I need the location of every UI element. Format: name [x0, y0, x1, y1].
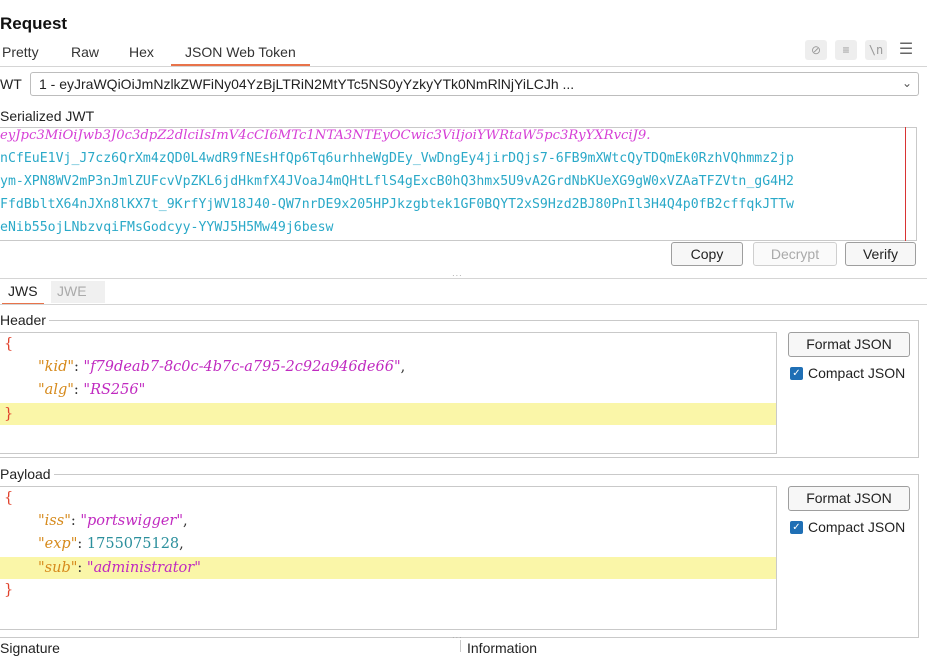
payload-compact-json-checkbox[interactable]: ✓ Compact JSON [790, 519, 905, 535]
json-key: "iss" [38, 513, 71, 529]
jwt-line: eNib55ojLNbzvqiFMsGodcyy-YYWJ5H5Mw49j6be… [0, 220, 334, 235]
verify-button[interactable]: Verify [845, 242, 916, 266]
compact-json-label: Compact JSON [808, 365, 906, 381]
jws-tabs-divider [0, 304, 927, 305]
jwt-select-label: WT [0, 76, 22, 92]
tabs-divider [0, 66, 927, 67]
editor-toolbar: ⊘ ≡ \n ☰ [805, 40, 917, 60]
header-format-json-button[interactable]: Format JSON [788, 332, 910, 357]
header-label: Header [0, 312, 49, 328]
header-compact-json-checkbox[interactable]: ✓ Compact JSON [790, 365, 905, 381]
json-key: "alg" [38, 382, 74, 398]
hide-icon[interactable]: ⊘ [805, 40, 827, 60]
wrap-icon[interactable]: ≡ [835, 40, 857, 60]
panel-title: Request [0, 14, 68, 33]
tab-pretty[interactable]: Pretty [2, 42, 39, 64]
caret-marker [905, 127, 906, 241]
payload-format-json-button[interactable]: Format JSON [788, 486, 910, 511]
code-line: "alg": "RS256" [38, 382, 146, 398]
jwt-line: FfdBbltX64nJXn8lKX7t_9KrfYjWV18J40-QW7nr… [0, 197, 794, 212]
tab-jws[interactable]: JWS [2, 281, 44, 305]
jwt-line: ym-XPN8WV2mP3nJmlZUFcvVpZKL6jdHkmfX4JVoa… [0, 174, 794, 189]
menu-icon[interactable]: ☰ [895, 40, 917, 60]
section-divider [0, 278, 927, 279]
jws-jwe-tabs: JWS JWE [0, 281, 927, 305]
json-value: "administrator" [86, 560, 201, 576]
signature-label: Signature [0, 640, 60, 656]
json-value: "RS256" [83, 382, 146, 398]
decrypt-button[interactable]: Decrypt [753, 242, 837, 266]
code-line-highlighted: } [0, 403, 776, 425]
code-line: { [4, 490, 14, 506]
json-key: "kid" [38, 359, 75, 375]
tab-raw[interactable]: Raw [71, 42, 99, 64]
checkbox-checked-icon: ✓ [790, 366, 803, 380]
compact-json-label: Compact JSON [808, 519, 906, 535]
payload-label: Payload [0, 466, 54, 482]
tab-json-web-token[interactable]: JSON Web Token [171, 42, 310, 66]
jwt-line: nCfEuE1Vj_J7cz6QrXm4zQD0L4wdR9fNEsHfQp6T… [0, 151, 794, 166]
code-line: "exp": 1755075128, [38, 536, 184, 552]
code-line: "kid": "f79deab7-8c0c-4b7c-a795-2c92a946… [38, 359, 406, 375]
jwt-select[interactable]: 1 - eyJraWQiOiJmNzlkZWFiNy04YzBjLTRiN2Mt… [30, 72, 919, 96]
tab-jwe[interactable]: JWE [51, 281, 105, 303]
code-line-highlighted: "sub": "administrator" [0, 557, 776, 579]
json-key: "exp" [38, 536, 78, 552]
code-line: } [4, 582, 14, 598]
code-line: { [4, 336, 14, 352]
jwt-line: eyJpc3MiOiJwb3J0c3dpZ2dlciIsImV4cCI6MTc1… [0, 128, 651, 143]
serialized-jwt-editor[interactable]: eyJpc3MiOiJwb3J0c3dpZ2dlciIsImV4cCI6MTc1… [0, 127, 917, 241]
copy-button[interactable]: Copy [671, 242, 743, 266]
chevron-down-icon: ⌄ [901, 76, 912, 90]
json-value: "portswigger" [80, 513, 184, 529]
json-value: "f79deab7-8c0c-4b7c-a795-2c92a946de66" [83, 359, 401, 375]
header-json-editor[interactable]: { "kid": "f79deab7-8c0c-4b7c-a795-2c92a9… [0, 332, 777, 454]
newline-icon[interactable]: \n [865, 40, 887, 60]
editor-tabs: Pretty Raw Hex JSON Web Token [0, 42, 927, 66]
split-divider [460, 640, 461, 652]
json-key: "sub" [38, 560, 78, 576]
tab-hex[interactable]: Hex [129, 42, 154, 64]
checkbox-checked-icon: ✓ [790, 520, 803, 534]
information-label: Information [467, 640, 538, 656]
jwt-select-value: 1 - eyJraWQiOiJmNzlkZWFiNy04YzBjLTRiN2Mt… [39, 76, 575, 92]
code-line: "iss": "portswigger", [38, 513, 188, 529]
serialized-jwt-label: Serialized JWT [0, 108, 98, 124]
payload-json-editor[interactable]: { "iss": "portswigger", "exp": 175507512… [0, 486, 777, 630]
json-value: 1755075128 [86, 536, 180, 552]
